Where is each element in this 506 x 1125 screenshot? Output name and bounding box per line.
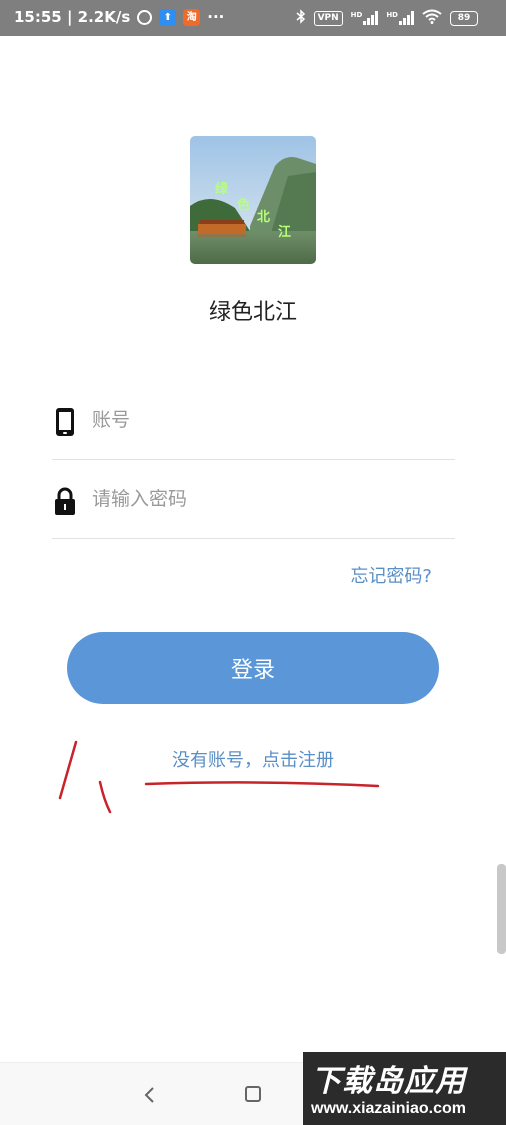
account-field [52, 380, 455, 460]
login-button[interactable]: 登录 [67, 632, 439, 704]
watermark-title: 下载岛应用 [311, 1064, 466, 1099]
vpn-icon: VPN [313, 10, 343, 26]
logo-char-3: 北 [257, 210, 271, 225]
more-notifications-icon: ··· [207, 8, 225, 26]
bluetooth-icon [296, 9, 306, 27]
status-right: VPN HD HD 89 [296, 9, 478, 27]
register-link[interactable]: 没有账号，点击注册 [0, 746, 506, 772]
phone-icon [56, 408, 74, 436]
signal-1-icon: HD [351, 11, 379, 25]
watermark-logo: 下载岛应用 www.xiazainiao.com [303, 1052, 506, 1125]
hd-label: HD [386, 11, 398, 19]
watermark-url: www.xiazainiao.com [311, 1100, 467, 1117]
time-and-speed: 15:55 | 2.2K/s [14, 8, 131, 26]
red-annotation-marks [58, 740, 380, 814]
forgot-password-link[interactable]: 忘记密码? [350, 562, 432, 588]
home-icon[interactable] [245, 1086, 261, 1102]
status-left: 15:55 | 2.2K/s ⬆ 淘 ··· [14, 8, 224, 26]
battery-icon: 89 [450, 10, 478, 26]
alarm-icon [137, 9, 153, 25]
status-bar: 15:55 | 2.2K/s ⬆ 淘 ··· VPN HD HD 89 [0, 0, 506, 36]
signal-2-icon: HD [386, 11, 414, 25]
taobao-notification-icon: 淘 [183, 8, 201, 26]
back-icon[interactable] [140, 1083, 160, 1107]
app-notification-icon: ⬆ [159, 8, 177, 26]
app-name-title: 绿色北江 [208, 300, 297, 325]
password-input[interactable] [92, 481, 442, 517]
logo-landscape-image [190, 136, 316, 264]
hd-label: HD [350, 11, 363, 19]
lock-icon [55, 487, 75, 515]
password-field [52, 459, 455, 539]
logo-char-1: 绿 [215, 182, 229, 197]
app-logo: 绿 色 北 江 [190, 136, 316, 264]
wifi-icon [422, 9, 442, 27]
account-input[interactable] [92, 402, 442, 438]
logo-char-2: 色 [237, 198, 251, 213]
scrollbar[interactable] [497, 864, 506, 954]
logo-char-4: 江 [278, 225, 292, 240]
